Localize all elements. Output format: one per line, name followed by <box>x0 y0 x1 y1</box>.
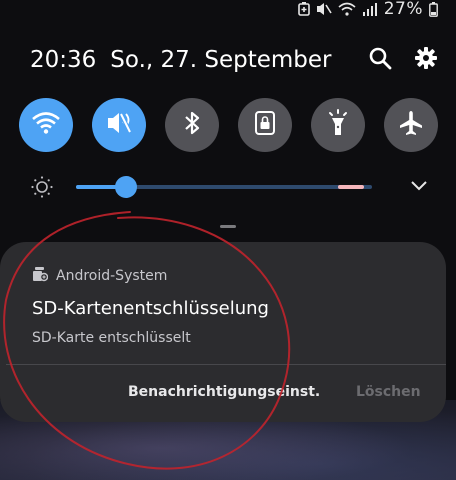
clear-notification-button[interactable]: Löschen <box>356 384 421 400</box>
battery-icon <box>429 1 438 17</box>
mute-icon <box>105 110 133 140</box>
status-bar: 27% <box>297 0 438 19</box>
battery-saver-icon <box>297 2 310 16</box>
notification-divider <box>6 364 446 365</box>
wifi-icon <box>31 111 61 139</box>
brightness-icon <box>30 175 54 203</box>
brightness-control <box>30 172 428 203</box>
quick-settings-tiles <box>19 98 439 154</box>
android-system-icon <box>32 266 49 286</box>
brightness-slider-track[interactable] <box>76 176 372 198</box>
bluetooth-icon <box>183 110 201 140</box>
notification-app-row: Android-System <box>32 266 167 286</box>
flashlight-icon <box>326 109 350 141</box>
mute-icon <box>316 2 332 16</box>
tile-bluetooth[interactable] <box>165 98 219 152</box>
airplane-icon <box>398 110 424 140</box>
notification-title: SD-Kartenentschlüsselung <box>32 298 269 319</box>
panel-drag-handle[interactable] <box>220 225 236 228</box>
tile-sound[interactable] <box>92 98 146 152</box>
date[interactable]: So., 27. September <box>110 47 331 73</box>
tile-airplane-mode[interactable] <box>384 98 438 152</box>
battery-percent: 27% <box>383 0 423 19</box>
brightness-slider-thumb[interactable] <box>115 176 138 198</box>
notification-text: SD-Karte entschlüsselt <box>32 330 191 346</box>
notification-card[interactable]: Android-System SD-Kartenentschlüsselung … <box>0 242 446 422</box>
wifi-icon <box>338 2 356 16</box>
quick-panel-header: 20:36 So., 27. September <box>30 40 438 80</box>
tile-rotation-lock[interactable] <box>238 98 292 152</box>
lock-icon <box>255 111 275 139</box>
chevron-down-icon[interactable] <box>410 177 428 196</box>
notification-settings-button[interactable]: Benachrichtigungseinst. <box>128 384 320 400</box>
search-icon[interactable] <box>368 46 392 74</box>
gear-icon[interactable] <box>414 46 438 74</box>
notification-app-name: Android-System <box>56 268 168 284</box>
tile-flashlight[interactable] <box>311 98 365 152</box>
clock: 20:36 <box>30 47 97 73</box>
tile-wifi[interactable] <box>19 98 73 152</box>
adaptive-brightness-marker <box>338 185 365 189</box>
signal-icon <box>362 2 378 16</box>
